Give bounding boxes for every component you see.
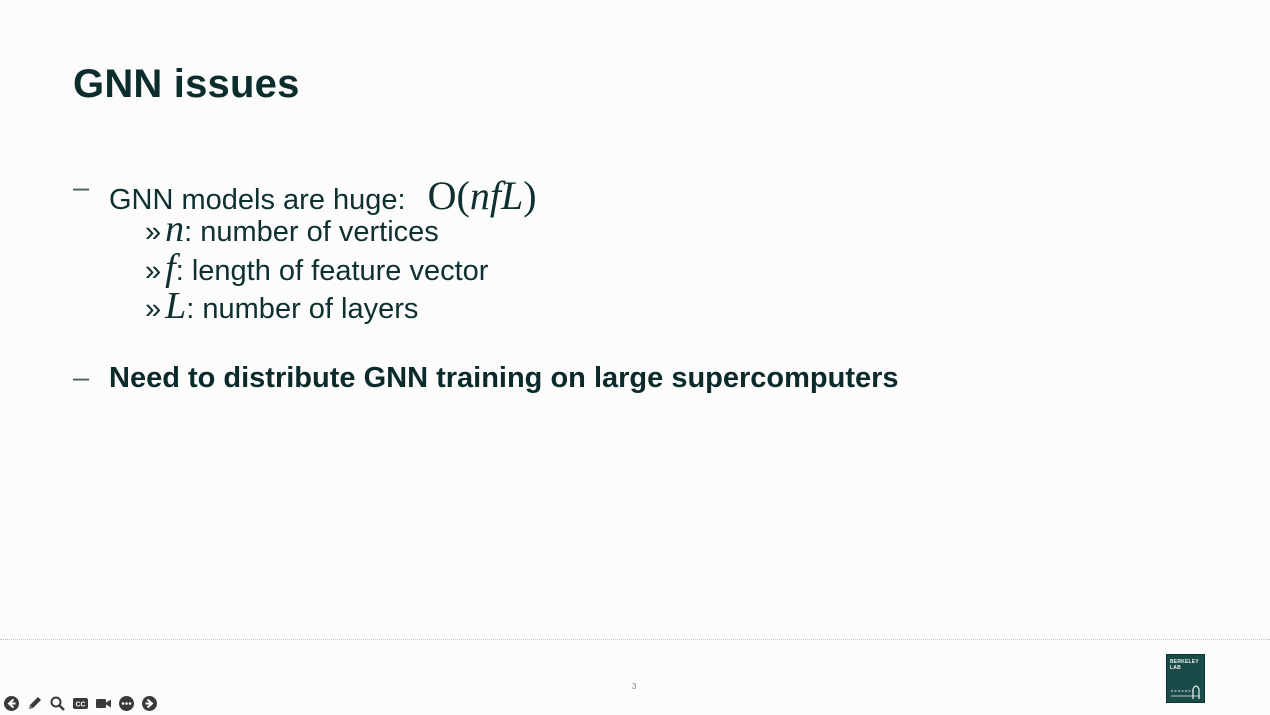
chevron-icon: »: [145, 216, 162, 248]
more-icon[interactable]: [117, 694, 135, 712]
video-icon[interactable]: [94, 694, 112, 712]
berkeley-building-icon: [1171, 685, 1200, 699]
back-arrow-icon[interactable]: [2, 694, 20, 712]
bullet-dash: –: [73, 362, 90, 394]
sub-item-label: : number of vertices: [184, 216, 439, 248]
forward-arrow-icon[interactable]: [140, 694, 158, 712]
complexity-formula: O(nfL): [427, 173, 537, 218]
bullet-dash: –: [73, 172, 90, 204]
bullet-text: Need to distribute GNN training on large…: [109, 362, 899, 394]
captions-icon[interactable]: CC: [71, 694, 89, 712]
page-number: 3: [632, 682, 637, 691]
slide: GNN issues – GNN models are huge: O(nfL)…: [0, 0, 1270, 715]
footer-divider: [0, 639, 1270, 640]
presentation-toolbar: CC: [2, 694, 158, 712]
math-symbol: f: [165, 247, 176, 289]
chevron-icon: »: [145, 255, 162, 287]
math-symbol: n: [165, 208, 185, 250]
math-symbol: L: [165, 285, 187, 327]
pen-icon[interactable]: [25, 694, 43, 712]
berkeley-lab-logo: BERKELEY LAB: [1166, 654, 1205, 703]
formula-vars: nfL: [469, 173, 524, 218]
sub-item-n: » n: number of vertices: [145, 207, 439, 251]
zoom-icon[interactable]: [48, 694, 66, 712]
chevron-icon: »: [145, 293, 162, 325]
sub-item-label: : number of layers: [186, 293, 419, 325]
sub-item-L: » L: number of layers: [145, 284, 418, 328]
sub-item-label: : length of feature vector: [175, 255, 489, 287]
slide-title: GNN issues: [73, 62, 300, 106]
svg-text:CC: CC: [75, 701, 85, 708]
